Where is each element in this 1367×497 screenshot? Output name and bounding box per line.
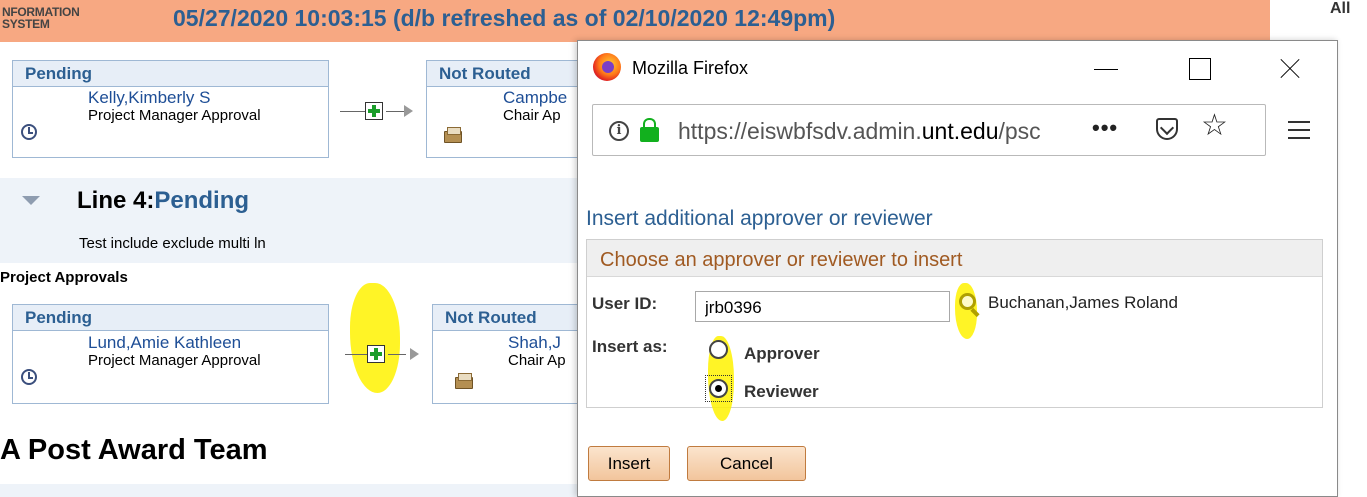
firefox-popup-window: Mozilla Firefox i https://eiswbfsdv.admi… [577,40,1338,497]
approver-link[interactable]: Kelly,Kimberly S [88,88,211,108]
insert-button[interactable]: Insert [588,446,670,481]
insert-approver-icon[interactable] [367,345,385,363]
minimize-button[interactable] [1081,41,1131,96]
page-actions-icon[interactable]: ••• [1092,115,1118,141]
approver-link[interactable]: Lund,Amie Kathleen [88,333,241,353]
approver-link[interactable]: Campbe [503,88,567,108]
next-line-section-header [0,484,580,497]
reviewer-option-label[interactable]: Reviewer [744,382,819,402]
step-status: Not Routed [433,305,586,331]
hamburger-menu-icon[interactable] [1288,121,1310,139]
inbox-tray-icon [455,373,473,389]
line-status: Pending [154,187,250,214]
arrow-right-icon [410,348,419,360]
cancel-button[interactable]: Cancel [687,446,806,481]
lookup-magnifier-icon[interactable] [959,293,976,310]
yellow-highlight-mark [350,283,400,393]
connector-line [388,354,406,355]
connector-line [386,111,404,112]
approver-role: Project Manager Approval [88,352,261,369]
step-status: Pending [13,61,328,87]
connector-line [345,354,367,355]
line-label: Line 4: [77,187,155,214]
bookmark-star-icon[interactable]: ☆ [1201,111,1228,141]
arrow-right-icon [404,105,413,117]
maximize-button[interactable] [1174,41,1224,96]
site-info-icon[interactable]: i [609,121,629,141]
line-description: Test include exclude multi ln [79,235,266,252]
header-right-strip [1270,0,1367,42]
line-title: Line 4:Pending [77,187,249,215]
approver-option-label[interactable]: Approver [744,344,820,364]
all-link[interactable]: All [1330,0,1350,18]
approver-role: Chair Ap [508,352,566,369]
approver-role: Chair Ap [503,107,561,124]
system-name-line2: SYSTEM [2,17,50,31]
clock-icon [21,124,37,140]
approver-link[interactable]: Shah,J [508,333,561,353]
url-suffix: /psc [998,118,1041,144]
approver-panel: Choose an approver or reviewer to insert [586,239,1323,408]
section-label: Project Approvals [0,269,128,286]
window-title: Mozilla Firefox [632,58,749,78]
collapse-triangle-icon[interactable] [22,196,40,205]
approver-role: Project Manager Approval [88,107,261,124]
firefox-logo-icon [593,53,621,81]
system-name: NFORMATION SYSTEM [2,6,162,30]
panel-header: Choose an approver or reviewer to insert [587,240,1322,277]
pocket-icon[interactable] [1156,118,1178,140]
team-heading: A Post Award Team [0,434,268,466]
page-datetime-title: 05/27/2020 10:03:15 (d/b refreshed as of… [173,5,836,31]
user-full-name: Buchanan,James Roland [988,293,1178,312]
reviewer-radio[interactable] [709,379,728,398]
secure-lock-icon[interactable] [640,118,659,142]
window-titlebar[interactable]: Mozilla Firefox [578,41,1337,96]
user-id-label: User ID: [592,294,658,313]
close-window-button[interactable] [1265,41,1315,96]
insert-approver-icon[interactable] [365,102,383,120]
url-domain: unt.edu [921,118,999,144]
url-prefix: https://eiswbfsdv.admin. [678,118,922,144]
url-bar[interactable]: i https://eiswbfsdv.admin.unt.edu/psc ••… [592,104,1266,156]
url-text[interactable]: https://eiswbfsdv.admin.unt.edu/psc [678,118,1078,145]
dialog-title: Insert additional approver or reviewer [586,207,933,230]
panel-title: Choose an approver or reviewer to insert [600,249,963,271]
user-id-input[interactable] [695,291,950,322]
approver-radio[interactable] [709,340,728,359]
step-status: Not Routed [427,61,585,87]
clock-icon [21,369,37,385]
insert-as-label: Insert as: [592,337,668,356]
connector-line [340,111,365,112]
inbox-tray-icon [444,127,462,143]
step-status: Pending [13,305,328,331]
